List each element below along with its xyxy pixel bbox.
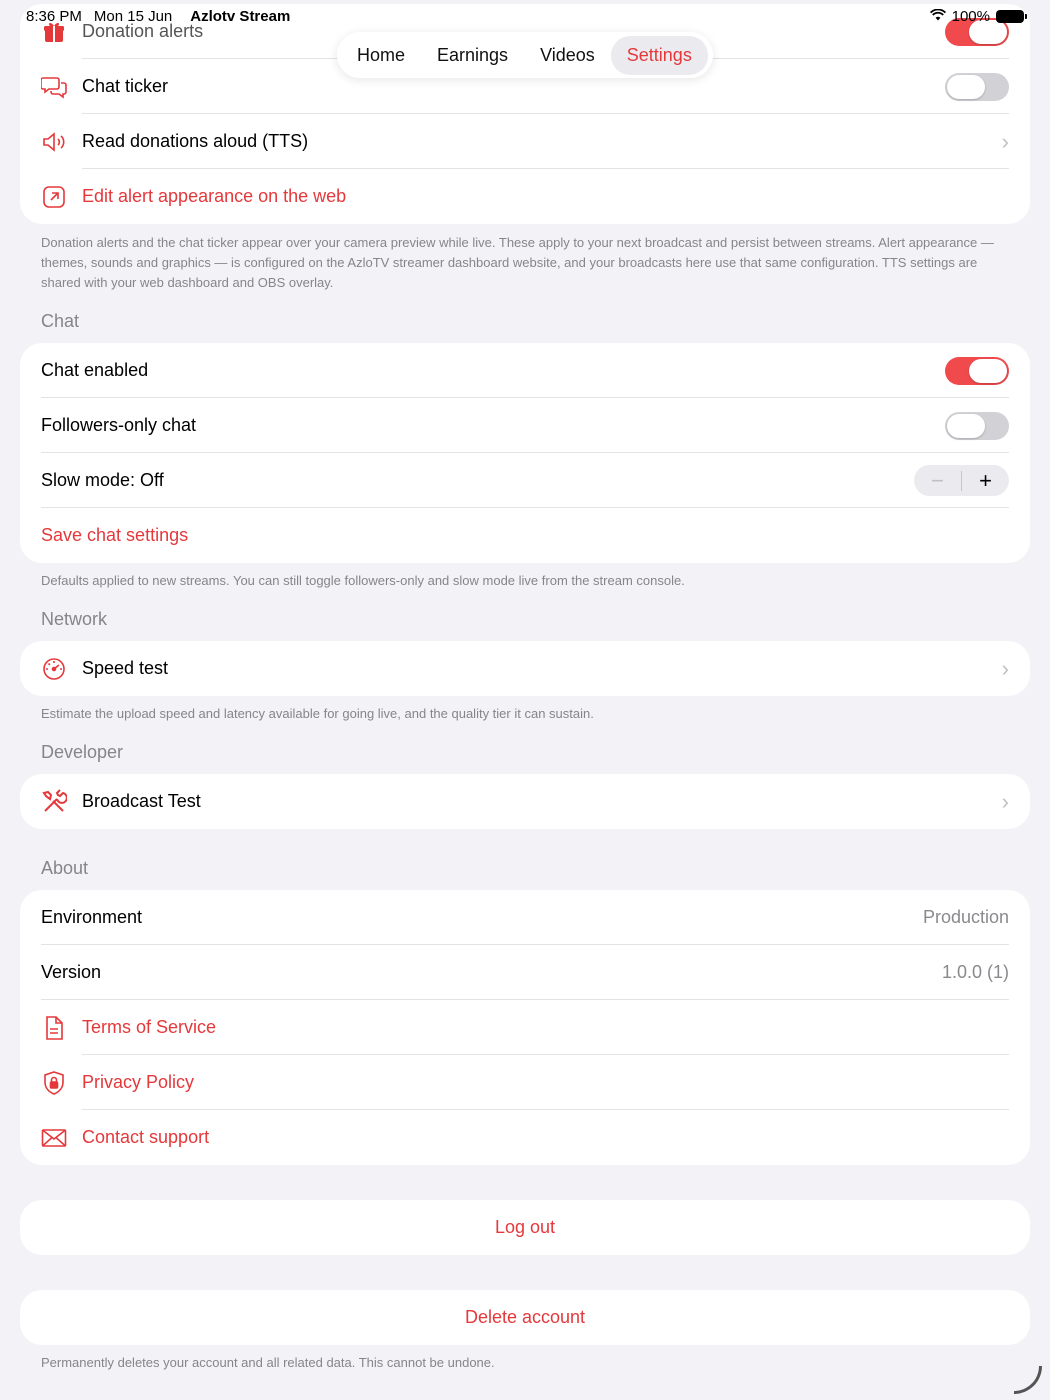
external-link-icon	[41, 184, 67, 210]
status-date: Mon 15 Jun	[93, 7, 173, 25]
scroll-indicator	[1014, 1366, 1042, 1394]
delete-account-footnote: Permanently deletes your account and all…	[41, 1355, 495, 1370]
tab-settings[interactable]: Settings	[610, 35, 708, 75]
speed-test-label: Speed test	[82, 658, 169, 678]
document-icon	[41, 1015, 67, 1041]
version-value: 1.0.0 (1)	[941, 962, 1009, 982]
terms-row[interactable]: Terms of Service	[20, 1000, 1030, 1055]
delete-account-button[interactable]: Delete account	[20, 1290, 1030, 1345]
chevron-right-icon: ›	[1001, 655, 1009, 681]
chat-enabled-label: Chat enabled	[41, 360, 149, 380]
battery-percent: 100%	[951, 7, 990, 25]
top-tab-bar: Home Earnings Videos Settings	[337, 32, 713, 78]
envelope-icon	[41, 1125, 67, 1151]
chat-enabled-row: Chat enabled	[20, 343, 1030, 398]
stepper-decrement-button[interactable]: −	[914, 468, 961, 494]
broadcast-test-label: Broadcast Test	[82, 791, 201, 811]
chat-footnote: Defaults applied to new streams. You can…	[41, 573, 685, 588]
chat-bubbles-icon	[41, 74, 67, 100]
slow-mode-label: Slow mode: Off	[41, 470, 164, 490]
tab-home[interactable]: Home	[341, 36, 421, 75]
followers-only-label: Followers-only chat	[41, 415, 197, 435]
contact-support-link: Contact support	[82, 1127, 210, 1147]
edit-alert-appearance-row[interactable]: Edit alert appearance on the web	[20, 169, 1030, 224]
wifi-icon	[929, 8, 946, 25]
tab-earnings[interactable]: Earnings	[421, 36, 524, 75]
terms-of-service-link: Terms of Service	[82, 1017, 217, 1037]
tab-videos[interactable]: Videos	[524, 36, 611, 75]
alerts-footnote: Donation alerts and the chat ticker appe…	[41, 235, 994, 290]
stepper-increment-button[interactable]: +	[962, 468, 1009, 494]
chevron-right-icon: ›	[1001, 128, 1009, 154]
speed-test-row[interactable]: Speed test ›	[20, 641, 1030, 696]
environment-row: Environment Production	[20, 890, 1030, 945]
chat-ticker-toggle[interactable]	[945, 72, 1009, 101]
version-row: Version 1.0.0 (1)	[20, 945, 1030, 1000]
status-time: 8:36 PM	[26, 7, 82, 25]
contact-row[interactable]: Contact support	[20, 1110, 1030, 1165]
about-group: Environment Production Version 1.0.0 (1)…	[20, 890, 1030, 1165]
privacy-policy-link: Privacy Policy	[82, 1072, 195, 1092]
edit-alert-appearance-link: Edit alert appearance on the web	[82, 186, 347, 206]
environment-value: Production	[922, 907, 1009, 927]
privacy-row[interactable]: Privacy Policy	[20, 1055, 1030, 1110]
speedometer-icon	[41, 656, 67, 682]
tts-row[interactable]: Read donations aloud (TTS) ›	[20, 114, 1030, 169]
chat-group: Chat enabled Followers-only chat Slow mo…	[20, 343, 1030, 563]
chat-ticker-label: Chat ticker	[82, 76, 169, 96]
slow-mode-row: Slow mode: Off − +	[20, 453, 1030, 508]
followers-only-row: Followers-only chat	[20, 398, 1030, 453]
slow-mode-stepper: − +	[914, 465, 1009, 496]
status-bar: 8:36 PM Mon 15 Jun Azlotv Stream 100%	[0, 0, 1050, 32]
tts-label: Read donations aloud (TTS)	[82, 131, 309, 151]
version-label: Version	[41, 962, 102, 982]
developer-group: Broadcast Test ›	[20, 774, 1030, 829]
broadcast-test-row[interactable]: Broadcast Test ›	[20, 774, 1030, 829]
status-app-name: Azlotv Stream	[190, 7, 291, 25]
network-footnote: Estimate the upload speed and latency av…	[41, 706, 594, 721]
chat-enabled-toggle[interactable]	[945, 356, 1009, 385]
battery-icon	[996, 9, 1027, 23]
chat-section-header: Chat	[41, 311, 80, 331]
save-chat-settings-button[interactable]: Save chat settings	[41, 525, 188, 546]
tools-icon	[41, 788, 67, 815]
network-group: Speed test ›	[20, 641, 1030, 696]
environment-label: Environment	[41, 907, 143, 927]
save-chat-settings-row[interactable]: Save chat settings	[20, 508, 1030, 563]
shield-lock-icon	[41, 1070, 67, 1096]
developer-section-header: Developer	[41, 742, 124, 762]
followers-only-toggle[interactable]	[945, 411, 1009, 440]
log-out-button[interactable]: Log out	[20, 1200, 1030, 1255]
network-section-header: Network	[41, 609, 108, 629]
chevron-right-icon: ›	[1001, 788, 1009, 814]
about-section-header: About	[41, 858, 89, 878]
speaker-icon	[41, 129, 67, 155]
